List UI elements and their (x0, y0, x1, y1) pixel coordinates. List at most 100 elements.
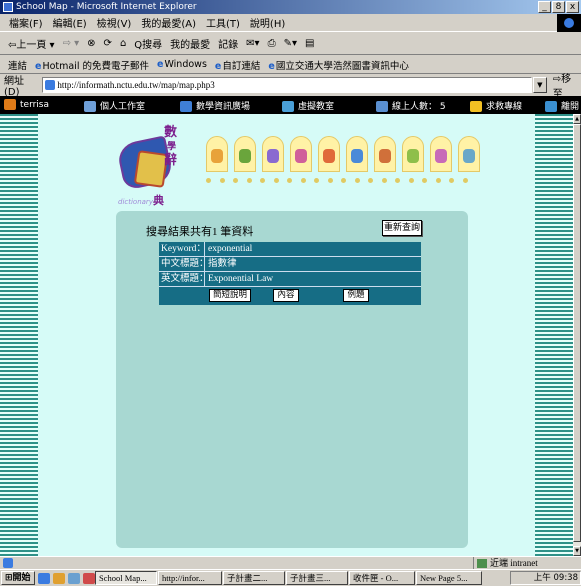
nav-exit[interactable]: 離開 (545, 99, 579, 112)
home-button[interactable]: ⌂ (116, 38, 130, 49)
start-label: 開始 (12, 573, 31, 583)
zone-label: 近端 intranet (490, 558, 538, 568)
category-people[interactable] (430, 136, 452, 172)
logo-subtitle-text: dictionary (118, 198, 153, 206)
online-count-label: 線上人數： 5 (392, 102, 446, 112)
nav-help-label: 求救專線 (486, 102, 523, 112)
page-icon (45, 80, 56, 90)
scroll-down-button[interactable]: ▼ (573, 546, 581, 556)
maximize-button[interactable]: 8 (552, 1, 565, 13)
category-reading[interactable] (374, 136, 396, 172)
studio-icon (84, 101, 96, 112)
favorites-button[interactable]: 我的最愛 (166, 36, 214, 51)
logo-char: 學 (167, 142, 177, 152)
nav-help[interactable]: 求救專線 (470, 99, 522, 112)
desktop-quicklaunch-icon[interactable] (67, 572, 80, 584)
task-school-map[interactable]: School Map... (95, 571, 157, 585)
history-button[interactable]: 記錄 (214, 36, 242, 51)
category-tools[interactable] (262, 136, 284, 172)
link-library[interactable]: e國立交通大學浩然圖書資訊中心 (264, 58, 412, 72)
address-input[interactable]: http://informath.nctu.edu.tw/map/map.php… (42, 77, 532, 93)
menu-tools[interactable]: 工具(T) (201, 15, 245, 30)
ie-link-icon: e (157, 59, 164, 70)
nav-user[interactable]: terrisa (4, 99, 49, 110)
category-books[interactable] (318, 136, 340, 172)
task-subproject-2[interactable]: 子計畫二... (223, 571, 285, 585)
row-label: 中文標題： (161, 257, 209, 271)
tube-icon (351, 149, 363, 163)
link-custom[interactable]: e自訂連結 (211, 58, 264, 72)
task-subproject-3[interactable]: 子計畫三... (286, 571, 348, 585)
refresh-button[interactable]: ⟳ (100, 38, 116, 49)
brief-description-button[interactable]: 簡短說明 (209, 289, 251, 302)
menu-view[interactable]: 檢視(V) (92, 15, 137, 30)
link-hotmail[interactable]: eHotmail 的免費電子郵件 (31, 58, 153, 72)
nav-classroom[interactable]: 虛擬教室 (282, 99, 334, 112)
clock[interactable]: 上午 09:38 (534, 573, 578, 583)
example-button[interactable]: 例題 (343, 289, 369, 302)
vertical-scrollbar[interactable]: ▲ ▼ (573, 114, 581, 556)
ie-link-icon: e (35, 60, 42, 72)
link-windows[interactable]: eWindows (153, 59, 211, 70)
category-tree[interactable] (234, 136, 256, 172)
people-icon (435, 149, 447, 163)
nav-square[interactable]: 數學資訊廣場 (180, 99, 250, 112)
system-tray: 上午 09:38 (510, 571, 581, 585)
category-icon-row (206, 136, 480, 172)
forward-button[interactable]: ⇨ ▾ (59, 38, 84, 49)
back-button[interactable]: ⇦上一頁 ▾ (4, 36, 59, 51)
task-new-page[interactable]: New Page 5... (416, 571, 482, 585)
menu-help[interactable]: 說明(H) (245, 15, 290, 30)
books-icon (323, 149, 335, 163)
scroll-up-button[interactable]: ▲ (573, 114, 581, 124)
tools-icon (267, 149, 279, 163)
nav-square-label: 數學資訊廣場 (196, 102, 251, 112)
scroll-thumb[interactable] (573, 124, 581, 542)
result-table: Keyword： exponential 中文標題： 指數律 英文標題： Exp… (159, 242, 421, 305)
dictionary-logo[interactable]: 數 學 辭 dictionary典 (115, 126, 208, 207)
media-quicklaunch-icon[interactable] (82, 572, 95, 584)
ie-quicklaunch-icon[interactable] (37, 572, 50, 584)
menu-file[interactable]: 檔案(F) (4, 15, 48, 30)
category-building[interactable] (402, 136, 424, 172)
link-windows-label: Windows (164, 59, 207, 70)
print-button[interactable]: ⎙ (264, 38, 280, 49)
close-button[interactable]: x (566, 1, 579, 13)
ie-page-icon (3, 2, 13, 12)
action-row: 簡短說明 內容 例題 (159, 287, 421, 305)
house-icon (180, 101, 192, 112)
menu-favorites[interactable]: 我的最愛(A) (136, 15, 201, 30)
address-dropdown-button[interactable]: ▼ (532, 77, 547, 93)
bell-icon (211, 149, 223, 163)
menu-edit[interactable]: 編輯(E) (48, 15, 92, 30)
reset-query-button[interactable]: 重新查詢 (382, 220, 422, 236)
search-button[interactable]: Q搜尋 (130, 36, 166, 51)
category-globe[interactable] (290, 136, 312, 172)
dot-divider (206, 178, 468, 183)
ie-link-icon: e (268, 60, 275, 72)
minimize-button[interactable]: _ (538, 1, 551, 13)
stop-button[interactable]: ⊗ (83, 38, 99, 49)
category-flask[interactable] (458, 136, 480, 172)
window-title-bar[interactable]: School Map - Microsoft Internet Explorer… (0, 0, 581, 14)
site-nav-bar: terrisa 個人工作室 數學資訊廣場 虛擬教室 線上人數： 5 求救專線 離… (0, 96, 581, 114)
right-stripe-decoration (535, 114, 573, 556)
content-button[interactable]: 內容 (273, 289, 299, 302)
logo-char: 典 (152, 194, 164, 207)
logo-char: 辭 (164, 153, 178, 168)
category-bell[interactable] (206, 136, 228, 172)
task-http[interactable]: http://infor... (158, 571, 222, 585)
edit-button[interactable]: ✎▾ (280, 38, 301, 49)
start-button[interactable]: ⊞開始 (1, 571, 35, 585)
outlook-quicklaunch-icon[interactable] (52, 572, 65, 584)
task-inbox[interactable]: 收件匣 - O... (349, 571, 415, 585)
nav-studio[interactable]: 個人工作室 (84, 99, 145, 112)
mail-button[interactable]: ✉▾ (242, 38, 263, 49)
chinese-title-value: 指數律 (208, 259, 237, 269)
table-row: 中文標題： 指數律 (159, 257, 421, 272)
nav-exit-label: 離開 (561, 102, 580, 112)
classroom-icon (282, 101, 294, 112)
category-tube[interactable] (346, 136, 368, 172)
table-row: 英文標題： Exponential Law (159, 272, 421, 287)
discuss-button[interactable]: ▤ (301, 38, 318, 49)
